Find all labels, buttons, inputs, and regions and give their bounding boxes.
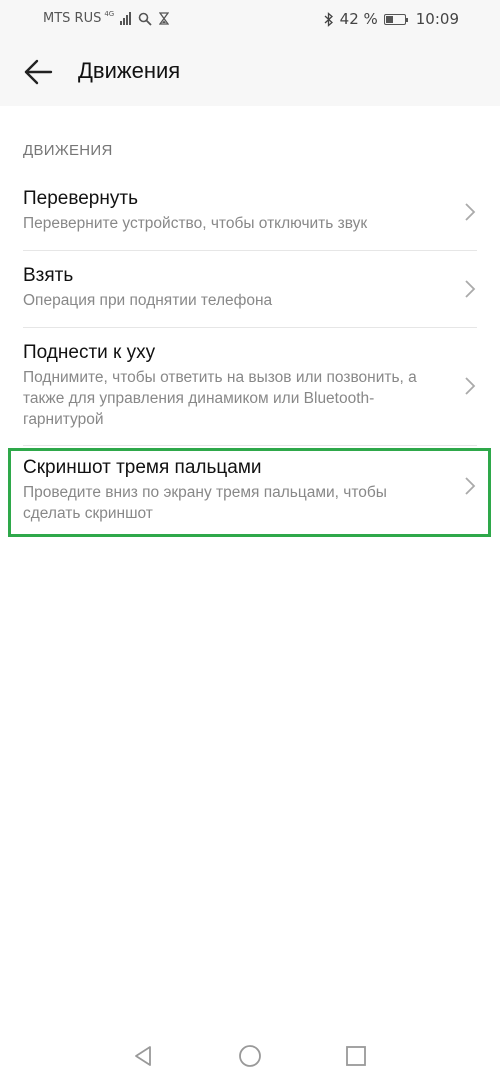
list-item-subtitle: Переверните устройство, чтобы отключить …	[23, 215, 368, 232]
search-icon	[138, 12, 152, 26]
list-item-subtitle: Проведите вниз по экрану тремя пальцами,…	[23, 484, 387, 522]
hourglass-icon	[159, 12, 170, 25]
battery-fill	[385, 15, 394, 23]
chevron-right-icon	[465, 377, 476, 395]
list-item-title: Поднести к уху	[23, 342, 156, 363]
chevron-right-icon	[465, 203, 476, 221]
app-bar: Движения	[0, 38, 500, 106]
network-type-label: 4G	[104, 9, 115, 18]
list-item-raise-to-ear[interactable]: Поднести к уху Поднимите, чтобы ответить…	[0, 328, 500, 446]
back-button[interactable]	[22, 56, 54, 88]
bluetooth-icon	[324, 11, 333, 27]
page-title: Движения	[78, 58, 181, 83]
recents-square-icon[interactable]	[344, 1044, 368, 1068]
status-left: MTS RUS 4G	[43, 9, 170, 26]
nav-bar	[0, 1030, 500, 1083]
settings-list: Перевернуть Переверните устройство, чтоб…	[0, 174, 500, 538]
home-circle-icon[interactable]	[238, 1044, 262, 1068]
battery-icon	[383, 13, 408, 25]
list-item-subtitle: Поднимите, чтобы ответить на вызов или п…	[23, 369, 417, 428]
signal-icon	[120, 12, 132, 25]
back-triangle-icon[interactable]	[131, 1044, 155, 1068]
list-item-title: Взять	[23, 265, 74, 286]
list-item-title: Перевернуть	[23, 188, 138, 209]
status-bar: MTS RUS 4G 42 % 10:09	[0, 0, 500, 38]
clock-label: 10:09	[415, 10, 459, 28]
battery-percent-label: 42 %	[339, 10, 378, 28]
section-header: ДВИЖЕНИЯ	[23, 142, 113, 159]
list-item-pick-up[interactable]: Взять Операция при поднятии телефона	[0, 251, 500, 328]
chevron-right-icon	[465, 477, 476, 495]
arrow-left-icon	[24, 59, 53, 85]
status-right: 42 % 10:09	[324, 10, 459, 28]
list-item-three-finger-screenshot[interactable]: Скриншот тремя пальцами Проведите вниз п…	[0, 446, 500, 538]
list-item-title: Скриншот тремя пальцами	[23, 457, 262, 478]
list-item-subtitle: Операция при поднятии телефона	[23, 292, 273, 309]
list-item-flip[interactable]: Перевернуть Переверните устройство, чтоб…	[0, 174, 500, 251]
carrier-label: MTS RUS	[43, 11, 102, 26]
chevron-right-icon	[465, 280, 476, 298]
